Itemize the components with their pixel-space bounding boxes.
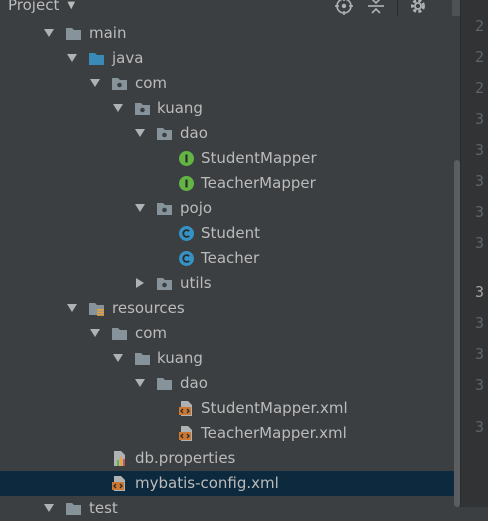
line-number: 3 — [475, 345, 485, 363]
package-icon — [157, 128, 172, 140]
expanded-arrow-icon[interactable] — [66, 302, 78, 314]
tree-node-label: java — [112, 49, 144, 67]
tree-node-label: StudentMapper.xml — [201, 399, 348, 417]
tree-node-teachermapper-xml[interactable]: TeacherMapper.xml — [0, 421, 455, 446]
line-number: 3 — [475, 172, 485, 190]
dropdown-caret-icon: ▼ — [67, 0, 76, 11]
tree-node-kuang[interactable]: kuang — [0, 96, 455, 121]
folder-icon — [157, 378, 172, 390]
tree-node-label: main — [89, 24, 127, 42]
package-icon — [112, 78, 127, 90]
line-number: 3 — [475, 314, 485, 332]
package-icon — [157, 278, 172, 290]
tree-node-dao[interactable]: dao — [0, 121, 455, 146]
tree-node-mybatis-config-xml[interactable]: mybatis-config.xml — [0, 471, 455, 496]
expanded-arrow-icon[interactable] — [112, 102, 124, 114]
tree-node-java[interactable]: java — [0, 46, 455, 71]
folder-icon — [66, 503, 81, 515]
line-number: 3 — [475, 141, 485, 159]
tree-node-label: com — [135, 74, 168, 92]
resources-folder-icon — [89, 303, 104, 316]
project-view-selector[interactable]: Project ▼ — [8, 0, 75, 14]
tree-node-label: test — [89, 499, 118, 517]
tree-node-label: mybatis-config.xml — [135, 474, 279, 492]
xml-file-icon — [179, 401, 192, 416]
tree-node-label: utils — [180, 274, 212, 292]
tree-node-studentmapper-xml[interactable]: StudentMapper.xml — [0, 396, 455, 421]
tree-node-pojo[interactable]: pojo — [0, 196, 455, 221]
project-title: Project — [8, 0, 60, 14]
line-number: 3 — [475, 376, 485, 394]
properties-file-icon — [114, 451, 125, 466]
tree-node-label: pojo — [180, 199, 213, 217]
expanded-arrow-icon[interactable] — [66, 52, 78, 64]
line-number: 2 — [475, 79, 485, 97]
expanded-arrow-icon[interactable] — [43, 27, 55, 39]
line-number: 2 — [475, 17, 485, 35]
tree-node-teachermapper[interactable]: TeacherMapper — [0, 171, 455, 196]
tree-node-label: resources — [112, 299, 185, 317]
line-number: 2 — [475, 48, 485, 66]
toolbar-divider — [397, 0, 398, 16]
tree-node-label: Student — [201, 224, 261, 242]
expanded-arrow-icon[interactable] — [134, 202, 146, 214]
tree-node-label: Teacher — [201, 249, 260, 267]
tree-node-label: kuang — [157, 99, 203, 117]
interface-icon — [179, 176, 194, 191]
tree-node-com-resources[interactable]: com — [0, 321, 455, 346]
line-number: 3 — [475, 203, 485, 221]
tree-node-label: com — [135, 324, 168, 342]
class-icon — [179, 226, 194, 241]
editor-line-gutter: 2 2 2 3 3 3 3 3 3 3 3 3 3 — [460, 0, 488, 507]
tree-node-label: dao — [180, 374, 208, 392]
tree-node-teacher[interactable]: Teacher — [0, 246, 455, 271]
expanded-arrow-icon[interactable] — [43, 502, 55, 514]
collapse-all-icon[interactable] — [366, 0, 386, 16]
collapsed-arrow-icon[interactable] — [134, 277, 146, 289]
tree-node-label: TeacherMapper — [201, 174, 316, 192]
gear-icon[interactable] — [408, 0, 428, 16]
project-toolbar: Project ▼ — [0, 0, 460, 16]
class-icon — [179, 251, 194, 266]
line-number: 3 — [475, 418, 485, 436]
xml-file-icon — [112, 476, 125, 491]
tree-node-utils[interactable]: utils — [0, 271, 455, 296]
xml-file-icon — [179, 426, 192, 441]
tree-node-dao-resources[interactable]: dao — [0, 371, 455, 396]
line-number: 3 — [475, 234, 485, 252]
tree-node-com[interactable]: com — [0, 71, 455, 96]
locate-icon[interactable] — [334, 0, 354, 16]
tree-node-label: StudentMapper — [201, 149, 317, 167]
expanded-arrow-icon[interactable] — [89, 327, 101, 339]
tree-node-student[interactable]: Student — [0, 221, 455, 246]
package-icon — [157, 203, 172, 215]
tree-node-label: dao — [180, 124, 208, 142]
tree-node-label: TeacherMapper.xml — [201, 424, 347, 442]
expanded-arrow-icon[interactable] — [89, 77, 101, 89]
tree-node-db-properties[interactable]: db.properties — [0, 446, 455, 471]
tree-node-test[interactable]: test — [0, 496, 455, 521]
tree-node-kuang-resources[interactable]: kuang — [0, 346, 455, 371]
tree-node-label: db.properties — [135, 449, 236, 467]
line-number-current: 3 — [475, 283, 485, 301]
tree-node-label: kuang — [157, 349, 203, 367]
expanded-arrow-icon[interactable] — [134, 127, 146, 139]
tree-node-studentmapper[interactable]: StudentMapper — [0, 146, 455, 171]
source-folder-icon — [89, 53, 104, 65]
package-icon — [135, 103, 150, 115]
tree-node-resources[interactable]: resources — [0, 296, 455, 321]
folder-icon — [135, 353, 150, 365]
expanded-arrow-icon[interactable] — [134, 377, 146, 389]
toolbar-edge — [452, 0, 460, 16]
tree-node-main[interactable]: main — [0, 21, 455, 46]
folder-icon — [112, 328, 127, 340]
line-number: 3 — [475, 110, 485, 128]
interface-icon — [179, 151, 194, 166]
folder-icon — [66, 28, 81, 40]
expanded-arrow-icon[interactable] — [112, 352, 124, 364]
